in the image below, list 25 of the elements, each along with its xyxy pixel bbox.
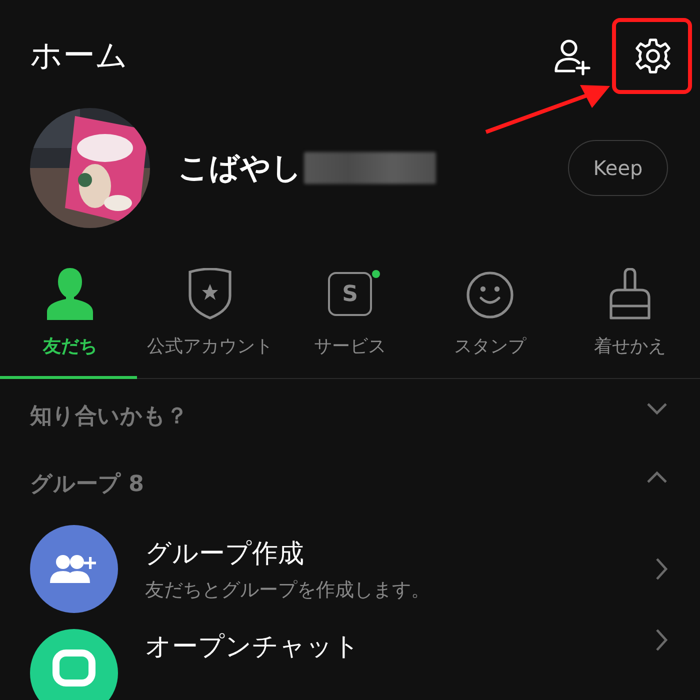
list-item-title[interactable]: グループ作成 [145, 536, 656, 570]
chevron-right-icon[interactable] [656, 558, 668, 580]
settings-icon[interactable] [634, 37, 672, 75]
brush-icon [607, 268, 653, 320]
list-item-subtitle: 友だちとグループを作成します。 [145, 578, 431, 602]
screen-title: ホーム [30, 35, 128, 76]
chevron-up-icon[interactable] [646, 471, 668, 483]
category-tab[interactable]: 友だち [0, 258, 140, 378]
section-title: 知り合いかも？ [30, 403, 188, 431]
category-tab[interactable]: 公式アカウント [140, 258, 280, 378]
chevron-down-icon[interactable] [646, 403, 668, 415]
smiley-icon [465, 270, 515, 320]
list-item-title[interactable]: オープンチャット [145, 629, 656, 664]
section-title: グループ 8 [30, 471, 144, 499]
service-icon: S [328, 272, 372, 316]
person-icon [45, 268, 95, 320]
category-tab[interactable]: スタンプ [420, 258, 560, 378]
category-tab[interactable]: S サービス [280, 258, 420, 378]
shield-star-icon [186, 268, 234, 320]
open-chat-icon [30, 629, 118, 700]
chevron-right-icon[interactable] [656, 629, 668, 651]
category-tab[interactable]: 着せかえ [560, 258, 700, 378]
group-add-icon [30, 525, 118, 613]
profile-name: こばやし [178, 150, 302, 188]
keep-button[interactable]: Keep [568, 140, 668, 196]
